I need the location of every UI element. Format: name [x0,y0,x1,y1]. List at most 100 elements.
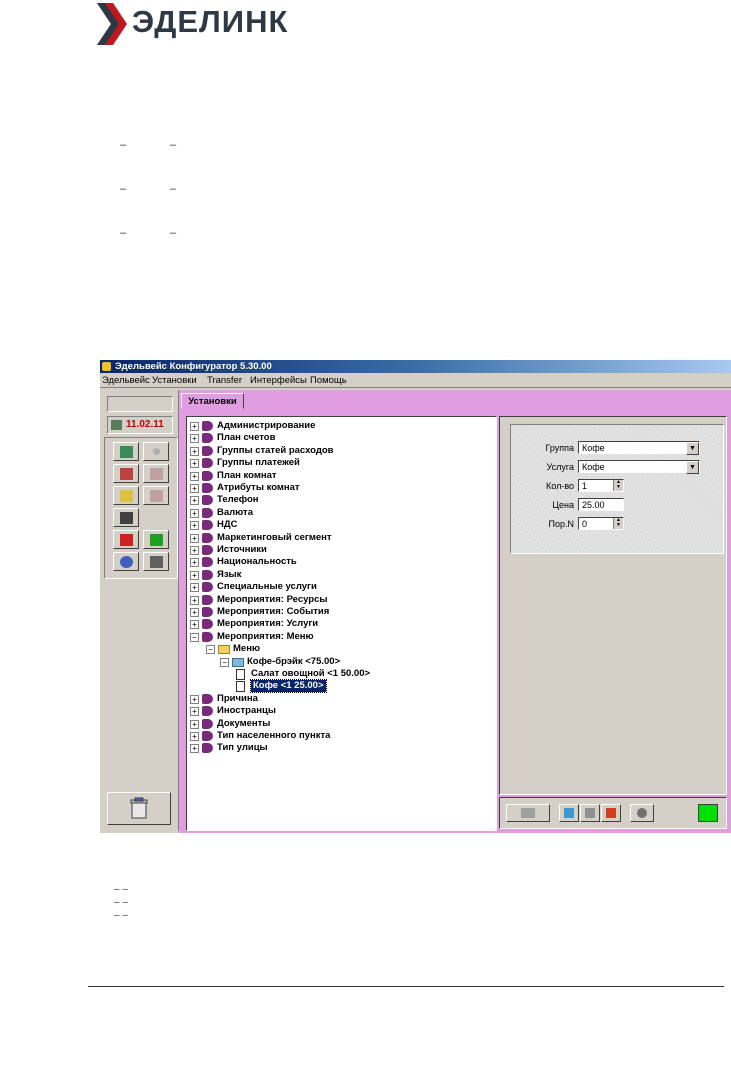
book-icon [202,619,213,630]
menu-settings[interactable]: Установки [152,374,197,387]
price-value: 25.00 [582,500,605,510]
tree-node-label: Источники [217,544,267,555]
collapse-icon[interactable]: − [190,632,199,642]
tool-button-grid[interactable] [143,464,169,483]
expand-icon[interactable]: + [190,595,199,605]
tree-node-label: Мероприятия: Меню [217,630,314,642]
menu-edelweiss[interactable]: Эдельвейс [102,374,150,387]
undo-button[interactable] [630,804,654,822]
quantity-stepper[interactable]: 1 ▲ ▼ [578,479,624,492]
price-field[interactable]: 25.00 [578,498,624,511]
tool-button-check[interactable] [113,552,139,571]
group-select[interactable]: Кофе ▼ [578,441,700,455]
tool-button-add[interactable] [113,442,139,461]
chevron-down-icon[interactable]: ▼ [686,442,699,455]
tree-node-label: Меню [233,643,261,655]
book-icon [202,718,213,729]
title-bar[interactable]: Эдельвейс Конфигуратор 5.30.00 [100,360,731,373]
tool-button-green-marker[interactable] [143,530,169,549]
tool-button-clipboard[interactable] [113,508,139,527]
expand-icon[interactable]: + [190,583,199,593]
red-marker-icon [120,534,133,546]
expand-icon[interactable]: + [190,707,199,717]
spin-arrows-icon[interactable]: ▲ ▼ [613,480,623,491]
expand-icon[interactable]: + [190,608,199,617]
book-icon [202,582,213,593]
settings-tree[interactable]: + Администрирование + План счетов + Группы ст… [186,416,497,831]
app-icon [102,362,111,371]
menu-help[interactable]: Помощь [310,374,347,387]
price-label: Цена [552,500,574,510]
order-stepper[interactable]: 0 ▲ ▼ [578,517,624,530]
expand-icon[interactable]: + [190,546,199,555]
menu-interfaces[interactable]: Интерфейсы [250,374,307,387]
delete-item-button[interactable] [601,804,621,822]
menu-transfer[interactable]: Transfer [207,374,242,387]
tree-node-label: Документы [217,717,271,729]
tool-button-list[interactable] [113,464,139,483]
expand-icon[interactable]: + [190,422,199,431]
service-form: Группа Кофе ▼ Услуга Кофе ▼ Кол-во 1 ▲ ▼ … [510,424,724,554]
expand-icon[interactable]: + [190,694,199,704]
book-icon [202,470,213,481]
undo-icon [637,808,647,818]
delete-item-icon [606,808,616,818]
edit-item-button[interactable] [580,804,600,822]
expand-icon[interactable]: + [190,570,199,580]
tool-button-record[interactable] [143,442,169,461]
chevron-down-icon[interactable]: ▼ [686,461,699,474]
page-divider [88,986,724,987]
tree-node-label: Атрибуты комнат [217,482,300,493]
tool-button-red-marker[interactable] [113,530,139,549]
spin-arrows-icon[interactable]: ▲ ▼ [613,518,623,529]
green-marker-icon [150,534,163,546]
book-icon [202,495,213,506]
expand-icon[interactable]: + [190,508,199,518]
tree-node-label: Специальные услуги [217,581,317,593]
expand-icon[interactable]: + [190,434,199,444]
tree-node-label: Мероприятия: Ресурсы [217,593,328,605]
left-empty-field [107,396,173,412]
transfer-button[interactable] [506,804,550,822]
tree-node-label: Группы статей расходов [217,444,334,456]
tool-button-properties[interactable] [143,552,169,571]
tree-node-label: Кофе <1 25.00> [250,679,327,694]
expand-icon[interactable]: + [190,620,199,630]
collapse-icon[interactable]: − [220,657,229,667]
expand-icon[interactable]: + [190,446,199,456]
new-item-button[interactable] [559,804,579,822]
book-icon [202,557,213,568]
edit-icon [120,490,133,502]
expand-icon[interactable]: + [190,471,199,481]
expand-icon[interactable]: + [190,484,199,493]
expand-icon[interactable]: + [190,496,199,506]
trash-button[interactable] [107,792,171,825]
tree-node-label: Салат овощной <1 50.00> [251,668,371,679]
window-title: Эдельвейс Конфигуратор 5.30.00 [115,361,272,372]
expand-icon[interactable]: + [190,744,199,754]
folder-icon [232,657,244,667]
expand-icon[interactable]: + [190,533,199,543]
book-icon [202,731,213,741]
tree-node-label: План комнат [217,469,277,481]
tool-button-edit[interactable] [113,486,139,505]
doc-dash: – [120,227,127,239]
book-icon [202,458,213,469]
tool-buttons [104,437,178,579]
collapse-icon[interactable]: − [206,645,215,655]
book-icon [202,607,213,617]
doc-small-dash: – – [114,884,128,895]
expand-icon[interactable]: + [190,521,199,531]
tree-node-label: Тип населенного пункта [217,730,331,741]
book-icon [202,545,213,555]
tree-node-label: Маркетинговый сегмент [217,531,332,543]
expand-icon[interactable]: + [190,558,199,568]
tool-button-table[interactable] [143,486,169,505]
service-select[interactable]: Кофе ▼ [578,460,700,474]
expand-icon[interactable]: + [190,459,199,469]
tree-node-label: Администрирование [217,420,316,431]
tree-node-label: Мероприятия: События [217,606,330,617]
tab-settings[interactable]: Установки [181,393,244,409]
expand-icon[interactable]: + [190,732,199,741]
expand-icon[interactable]: + [190,719,199,729]
